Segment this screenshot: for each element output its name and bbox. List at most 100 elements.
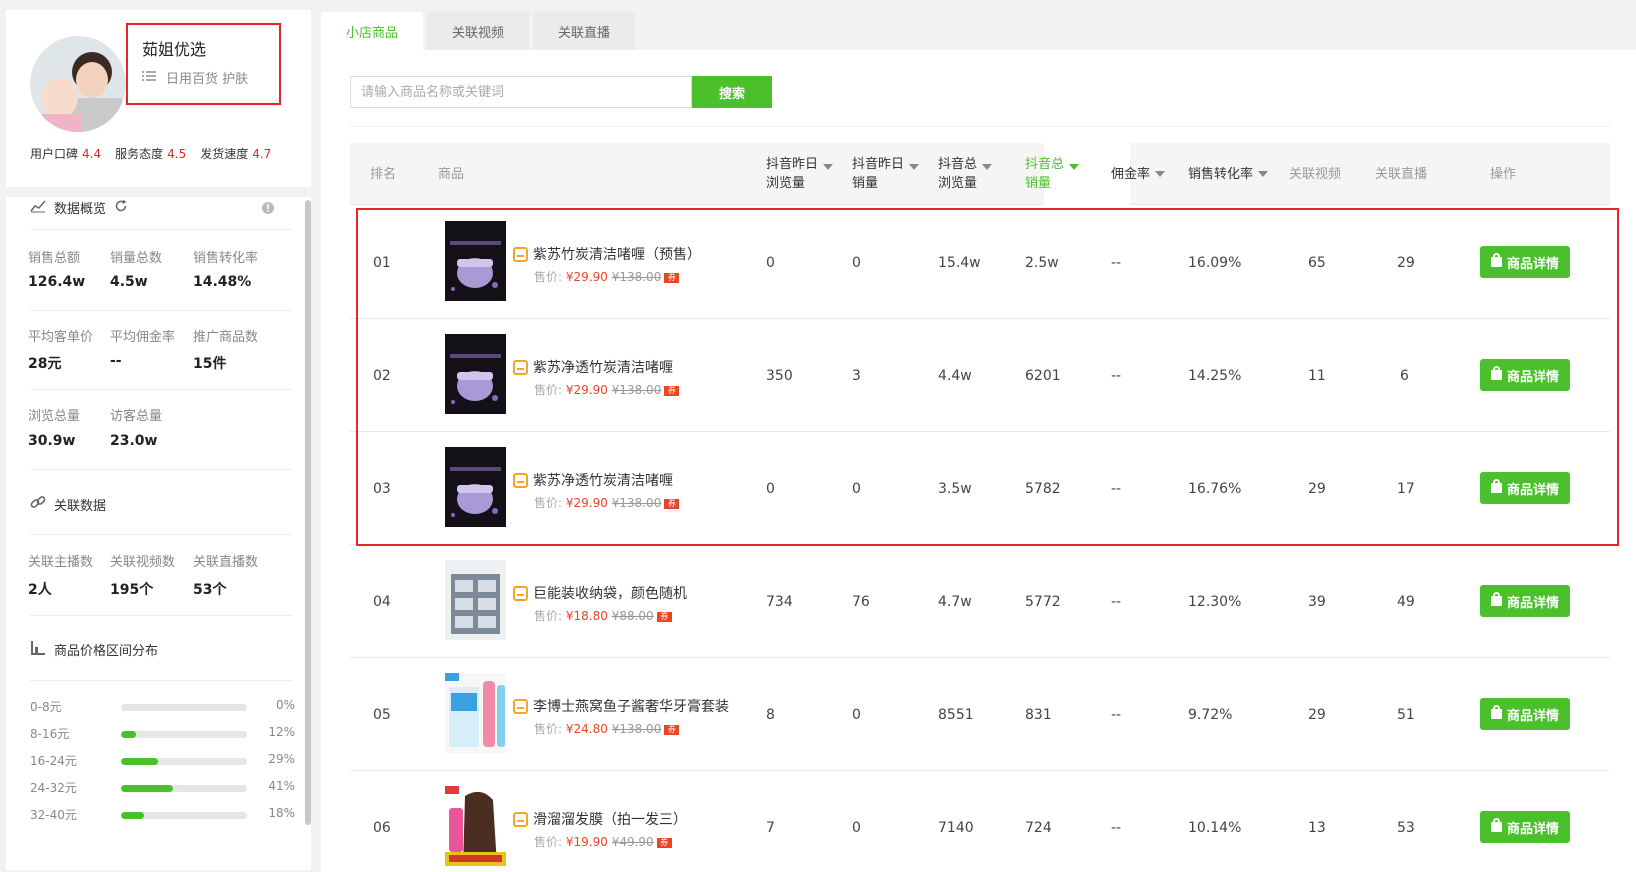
product-image[interactable] <box>445 673 506 753</box>
product-detail-button[interactable]: 商品详情 <box>1480 246 1570 278</box>
stat-value: -- <box>110 353 122 369</box>
product-name[interactable]: 紫苏净透竹炭清洁啫喱 <box>513 470 673 490</box>
product-image[interactable] <box>445 447 506 527</box>
header-total-views[interactable]: 抖音总 浏览量 <box>938 143 993 205</box>
tab-bar: 小店商品 关联视频 关联直播 <box>321 10 1636 50</box>
product-name[interactable]: 滑溜溜发膜（拍一发三） <box>513 809 687 829</box>
product-price: 售价: ¥29.90 ¥138.00 券 <box>534 494 680 511</box>
conversion: 16.76% <box>1188 480 1242 497</box>
commission: -- <box>1111 593 1122 610</box>
yesterday-views: 0 <box>766 480 775 497</box>
product-price: 售价: ¥18.80 ¥88.00 券 <box>534 607 672 624</box>
header-total-sales[interactable]: 抖音总 销量 <box>1025 143 1080 205</box>
sort-caret-icon[interactable] <box>982 164 993 170</box>
product-name[interactable]: 李博士燕窝鱼子酱奢华牙膏套装 <box>513 696 729 716</box>
coupon-tag: 券 <box>656 611 672 622</box>
product-name[interactable]: 紫苏竹炭清洁啫喱（预售） <box>513 244 701 264</box>
tab-shop-products[interactable]: 小店商品 <box>321 12 423 50</box>
product-price: 售价: ¥29.90 ¥138.00 券 <box>534 381 680 398</box>
info-icon[interactable] <box>261 200 275 219</box>
product-name[interactable]: 巨能装收纳袋，颜色随机 <box>513 583 687 603</box>
divider <box>30 615 292 616</box>
yesterday-views: 350 <box>766 367 793 384</box>
product-image[interactable] <box>445 221 506 301</box>
rank: 04 <box>373 593 391 610</box>
price-range-row: 0-8元 0% <box>30 698 295 716</box>
price-range-bar <box>121 704 247 711</box>
total-views: 4.4w <box>938 367 972 384</box>
rank: 06 <box>373 819 391 836</box>
shop-icon <box>513 585 528 601</box>
product-price: 售价: ¥29.90 ¥138.00 券 <box>534 268 680 285</box>
coupon-tag: 券 <box>664 385 680 396</box>
header-conversion[interactable]: 销售转化率 <box>1188 143 1269 205</box>
scrollbar[interactable] <box>305 200 311 825</box>
tab-related-videos[interactable]: 关联视频 <box>427 12 529 50</box>
divider <box>30 310 292 311</box>
related-lives: 17 <box>1397 480 1415 497</box>
total-sales: 724 <box>1025 819 1052 836</box>
price-range-row: 32-40元 18% <box>30 806 295 824</box>
rank: 02 <box>373 367 391 384</box>
product-detail-button[interactable]: 商品详情 <box>1480 698 1570 730</box>
bag-icon <box>1490 818 1502 832</box>
product-image[interactable] <box>445 786 506 866</box>
price-range-bar <box>121 812 247 819</box>
product-price: 售价: ¥24.80 ¥138.00 券 <box>534 720 680 737</box>
products-panel: 小店商品 关联视频 关联直播 搜索 排名 商品 抖音昨日浏览量 抖音昨日销量 抖… <box>321 10 1636 872</box>
sort-caret-icon[interactable] <box>909 164 920 170</box>
product-detail-button[interactable]: 商品详情 <box>1480 811 1570 843</box>
commission: -- <box>1111 706 1122 723</box>
tab-related-lives[interactable]: 关联直播 <box>533 12 635 50</box>
refresh-icon[interactable] <box>114 199 128 217</box>
sort-caret-icon[interactable] <box>823 164 834 170</box>
yesterday-sales: 0 <box>852 254 861 271</box>
stat-value: 14.48% <box>193 274 252 290</box>
header-lives: 关联直播 <box>1375 166 1428 182</box>
sort-caret-icon[interactable] <box>1069 164 1080 170</box>
search-button[interactable]: 搜索 <box>692 76 772 108</box>
related-videos: 39 <box>1308 593 1326 610</box>
product-image[interactable] <box>445 334 506 414</box>
price-range-label: 0-8元 <box>30 700 62 714</box>
rank: 01 <box>373 254 391 271</box>
total-sales: 5772 <box>1025 593 1061 610</box>
price-range-row: 16-24元 29% <box>30 752 295 770</box>
table-row: 01 紫苏竹炭清洁啫喱（预售） 售价: ¥29.90 ¥138.00 券 0 0 … <box>350 206 1610 319</box>
stat-value: 2人 <box>28 582 52 598</box>
table-row: 02 紫苏净透竹炭清洁啫喱 售价: ¥29.90 ¥138.00 券 350 3 … <box>350 319 1610 432</box>
rating-item: 用户口碑 4.4 <box>30 147 102 161</box>
yesterday-sales: 0 <box>852 819 861 836</box>
product-detail-button[interactable]: 商品详情 <box>1480 472 1570 504</box>
coupon-tag: 券 <box>656 837 672 848</box>
price-range-percent: 12% <box>268 725 295 739</box>
stat-value: 126.4w <box>28 274 86 290</box>
header-yesterday-views[interactable]: 抖音昨日 浏览量 <box>766 143 834 205</box>
product-image[interactable] <box>445 560 506 640</box>
product-name[interactable]: 紫苏净透竹炭清洁啫喱 <box>513 357 673 377</box>
shop-profile: 茹姐优选 日用百货 护肤 用户口碑 4.4 服务态度 4.5 发货速度 4.7 <box>6 10 311 185</box>
stat-label: 浏览总量 <box>28 409 81 424</box>
sort-caret-icon[interactable] <box>1155 171 1166 177</box>
shop-ratings: 用户口碑 4.4 服务态度 4.5 发货速度 4.7 <box>30 145 271 162</box>
product-detail-button[interactable]: 商品详情 <box>1480 585 1570 617</box>
bar-chart-icon <box>30 640 46 659</box>
header-commission[interactable]: 佣金率 <box>1111 143 1166 205</box>
section-divider <box>6 187 311 197</box>
related-lives: 51 <box>1397 706 1415 723</box>
search-input[interactable] <box>350 76 692 108</box>
conversion: 16.09% <box>1188 254 1242 271</box>
price-range-bar <box>121 731 247 738</box>
divider <box>30 389 292 390</box>
divider <box>30 229 292 230</box>
price-range-fill <box>121 785 173 792</box>
product-detail-button[interactable]: 商品详情 <box>1480 359 1570 391</box>
header-yesterday-sales[interactable]: 抖音昨日 销量 <box>852 143 920 205</box>
sort-caret-icon[interactable] <box>1258 171 1269 177</box>
stat-label: 平均佣金率 <box>110 330 176 345</box>
yesterday-sales: 0 <box>852 706 861 723</box>
total-sales: 2.5w <box>1025 254 1059 271</box>
total-views: 3.5w <box>938 480 972 497</box>
price-range-label: 32-40元 <box>30 808 77 822</box>
divider <box>350 126 1610 127</box>
